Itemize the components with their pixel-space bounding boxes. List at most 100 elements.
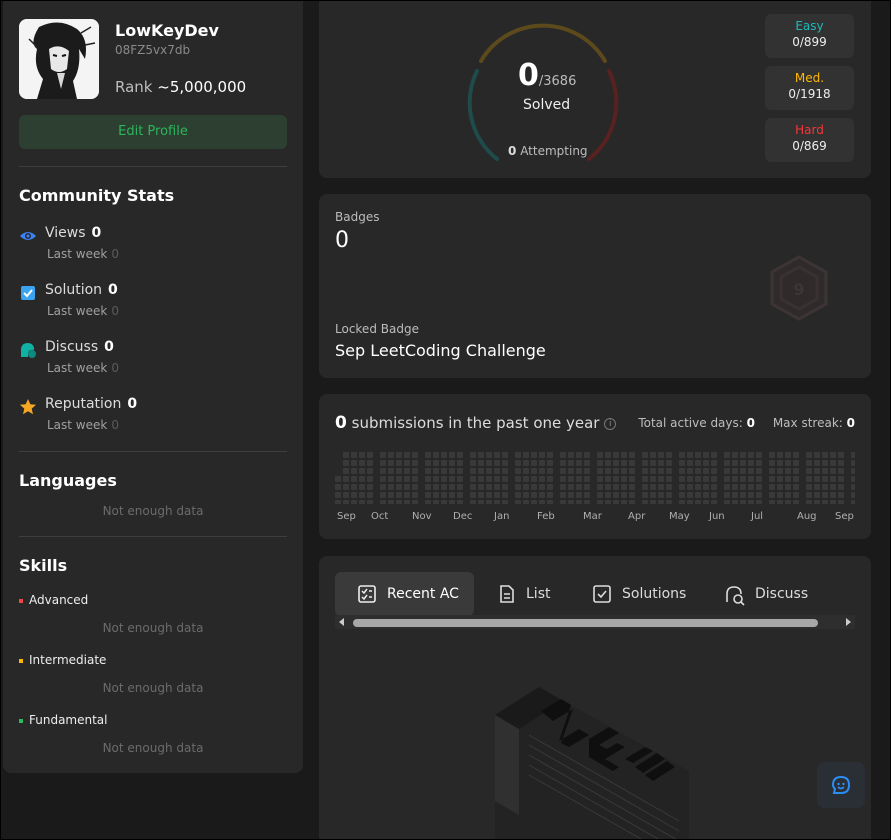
heatmap-cell[interactable]: [523, 476, 529, 482]
heatmap-cell[interactable]: [830, 492, 836, 498]
heatmap-cell[interactable]: [687, 460, 693, 466]
heatmap-cell[interactable]: [478, 492, 484, 498]
heatmap-cell[interactable]: [486, 460, 492, 466]
heatmap-cell[interactable]: [539, 468, 545, 474]
heatmap-cell[interactable]: [584, 492, 590, 498]
heatmap-cell[interactable]: [695, 476, 701, 482]
heatmap-cell[interactable]: [621, 484, 627, 490]
heatmap-cell[interactable]: [851, 452, 855, 458]
heatmap-cell[interactable]: [560, 476, 566, 482]
heatmap-cell[interactable]: [650, 468, 656, 474]
heatmap-cell[interactable]: [367, 476, 373, 482]
scroll-right-icon[interactable]: [846, 618, 851, 626]
heatmap-cell[interactable]: [756, 468, 762, 474]
heatmap-cell[interactable]: [785, 500, 791, 504]
heatmap-cell[interactable]: [367, 460, 373, 466]
heatmap-cell[interactable]: [806, 460, 812, 466]
heatmap-cell[interactable]: [531, 452, 537, 458]
heatmap-cell[interactable]: [814, 476, 820, 482]
heatmap-cell[interactable]: [658, 460, 664, 466]
heatmap-cell[interactable]: [666, 500, 672, 504]
heatmap-cell[interactable]: [642, 452, 648, 458]
heatmap-cell[interactable]: [814, 500, 820, 504]
heatmap-cell[interactable]: [679, 476, 685, 482]
heatmap-cell[interactable]: [576, 492, 582, 498]
heatmap-cell[interactable]: [703, 500, 709, 504]
heatmap-cell[interactable]: [724, 484, 730, 490]
heatmap-cell[interactable]: [441, 500, 447, 504]
heatmap-cell[interactable]: [343, 500, 349, 504]
heatmap-cell[interactable]: [359, 476, 365, 482]
heatmap-cell[interactable]: [457, 460, 463, 466]
heatmap-cell[interactable]: [359, 452, 365, 458]
heatmap-cell[interactable]: [814, 484, 820, 490]
heatmap-cell[interactable]: [642, 476, 648, 482]
heatmap-cell[interactable]: [732, 468, 738, 474]
heatmap-cell[interactable]: [748, 484, 754, 490]
heatmap-cell[interactable]: [777, 468, 783, 474]
heatmap-cell[interactable]: [785, 492, 791, 498]
heatmap-cell[interactable]: [494, 492, 500, 498]
heatmap-cell[interactable]: [584, 484, 590, 490]
heatmap-cell[interactable]: [769, 476, 775, 482]
heatmap-cell[interactable]: [449, 492, 455, 498]
heatmap-cell[interactable]: [650, 452, 656, 458]
heatmap-cell[interactable]: [449, 468, 455, 474]
heatmap-cell[interactable]: [748, 500, 754, 504]
heatmap-cell[interactable]: [404, 476, 410, 482]
scrollbar-thumb[interactable]: [353, 619, 818, 627]
heatmap-cell[interactable]: [703, 468, 709, 474]
heatmap-cell[interactable]: [666, 468, 672, 474]
heatmap-cell[interactable]: [679, 484, 685, 490]
heatmap-cell[interactable]: [433, 500, 439, 504]
heatmap-cell[interactable]: [539, 452, 545, 458]
heatmap-cell[interactable]: [576, 452, 582, 458]
heatmap-cell[interactable]: [351, 500, 357, 504]
heatmap-cell[interactable]: [425, 452, 431, 458]
heatmap-cell[interactable]: [597, 476, 603, 482]
heatmap-cell[interactable]: [822, 476, 828, 482]
heatmap-cell[interactable]: [470, 500, 476, 504]
heatmap-cell[interactable]: [359, 460, 365, 466]
tab-list[interactable]: List: [497, 572, 577, 616]
heatmap-cell[interactable]: [515, 476, 521, 482]
heatmap-cell[interactable]: [367, 452, 373, 458]
chat-button[interactable]: [817, 762, 865, 808]
heatmap-cell[interactable]: [343, 468, 349, 474]
heatmap-cell[interactable]: [785, 460, 791, 466]
heatmap-cell[interactable]: [740, 476, 746, 482]
heatmap-cell[interactable]: [740, 460, 746, 466]
heatmap-cell[interactable]: [740, 468, 746, 474]
heatmap-cell[interactable]: [732, 492, 738, 498]
heatmap-cell[interactable]: [388, 484, 394, 490]
heatmap-cell[interactable]: [367, 500, 373, 504]
heatmap-cell[interactable]: [806, 492, 812, 498]
heatmap-cell[interactable]: [695, 460, 701, 466]
heatmap-cell[interactable]: [396, 500, 402, 504]
heatmap-cell[interactable]: [404, 460, 410, 466]
heatmap-cell[interactable]: [711, 468, 717, 474]
heatmap-cell[interactable]: [666, 460, 672, 466]
heatmap-cell[interactable]: [539, 476, 545, 482]
heatmap-cell[interactable]: [679, 500, 685, 504]
heatmap-cell[interactable]: [396, 452, 402, 458]
heatmap-cell[interactable]: [785, 484, 791, 490]
heatmap-cell[interactable]: [380, 460, 386, 466]
heatmap-cell[interactable]: [425, 500, 431, 504]
heatmap-cell[interactable]: [425, 484, 431, 490]
heatmap-cell[interactable]: [380, 476, 386, 482]
heatmap-cell[interactable]: [814, 460, 820, 466]
heatmap-cell[interactable]: [404, 492, 410, 498]
heatmap-cell[interactable]: [404, 452, 410, 458]
heatmap-cell[interactable]: [351, 460, 357, 466]
heatmap-cell[interactable]: [732, 452, 738, 458]
heatmap-cell[interactable]: [769, 492, 775, 498]
heatmap-cell[interactable]: [425, 476, 431, 482]
heatmap-cell[interactable]: [621, 468, 627, 474]
heatmap-cell[interactable]: [621, 492, 627, 498]
heatmap-cell[interactable]: [806, 476, 812, 482]
heatmap-cell[interactable]: [703, 476, 709, 482]
heatmap-cell[interactable]: [470, 484, 476, 490]
heatmap-cell[interactable]: [687, 452, 693, 458]
heatmap-cell[interactable]: [568, 476, 574, 482]
